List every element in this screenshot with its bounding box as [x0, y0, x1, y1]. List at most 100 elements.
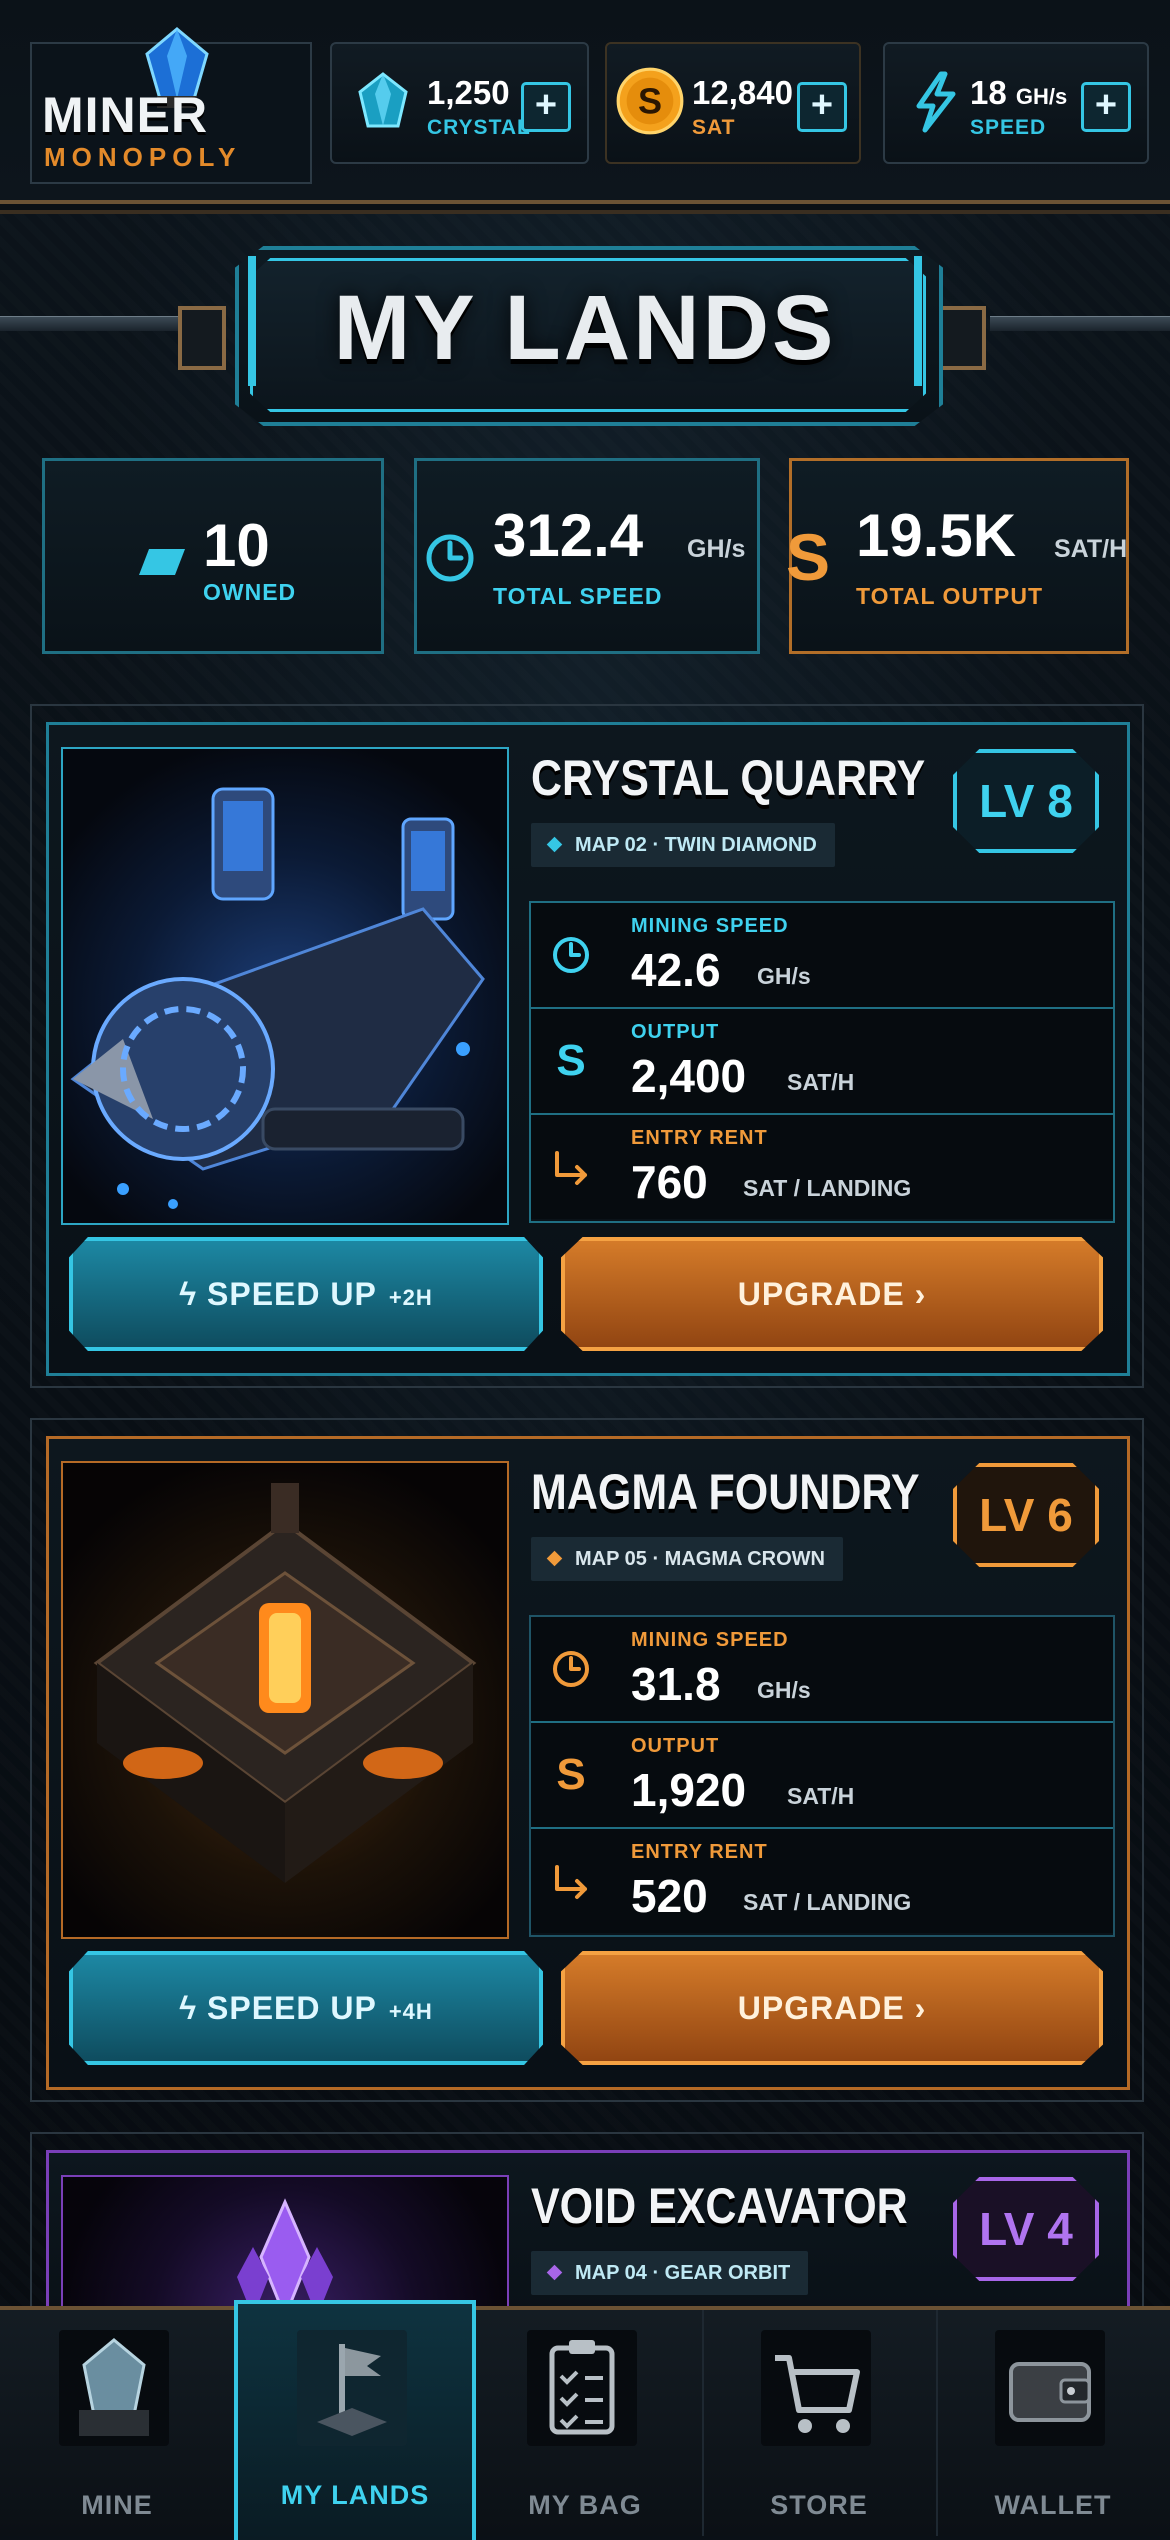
- level-badge: LV 6: [953, 1463, 1099, 1567]
- nav-item-wallet[interactable]: WALLET: [936, 2310, 1170, 2536]
- wallet-icon: [995, 2330, 1105, 2446]
- page-title: MY LANDS: [333, 277, 837, 379]
- arrow-turn-icon: [555, 1151, 587, 1185]
- nav-label: MY BAG: [528, 2490, 642, 2520]
- entry-rent-unit: SAT / LANDING: [743, 1175, 912, 1201]
- add-speed-button[interactable]: +: [1081, 82, 1131, 132]
- svg-text:S: S: [638, 81, 662, 122]
- output-label: OUTPUT: [631, 1735, 720, 1757]
- crystal-value: 1,250: [427, 74, 510, 111]
- sat-symbol-icon: S: [556, 1036, 586, 1085]
- entry-rent-unit: SAT / LANDING: [743, 1889, 912, 1915]
- land-stats: MINING SPEED 31.8 GH/s S OUTPUT 1,920 SA…: [529, 1615, 1115, 1937]
- entry-rent-label: ENTRY RENT: [631, 1127, 768, 1149]
- upgrade-button[interactable]: UPGRADE ›: [561, 1951, 1103, 2065]
- diamond-icon: [546, 2264, 563, 2281]
- nav-label: MINE: [81, 2490, 153, 2520]
- sat-coin-icon: S: [616, 67, 684, 135]
- speed-up-bonus: +2H: [388, 1285, 433, 1310]
- land-name: CRYSTAL QUARRY: [531, 750, 926, 806]
- clipboard-icon: [527, 2330, 637, 2446]
- speed-up-button[interactable]: ϟ SPEED UP +4H: [69, 1951, 543, 2065]
- owned-label: OWNED: [203, 579, 297, 605]
- land-name: MAGMA FOUNDRY: [531, 1464, 920, 1520]
- total-speed-stat: 312.4 GH/s TOTAL SPEED: [414, 458, 760, 654]
- sat-symbol-icon: S: [556, 1750, 586, 1799]
- mining-speed-value: 31.8: [631, 1658, 721, 1710]
- nav-item-store[interactable]: STORE: [702, 2310, 938, 2536]
- mining-speed-value: 42.6: [631, 944, 721, 996]
- card-actions: ϟ SPEED UP +4H UPGRADE ›: [61, 1951, 1111, 2069]
- diamond-icon: [546, 1550, 563, 1567]
- output-unit: SAT/H: [787, 1783, 855, 1809]
- page-header: MY LANDS: [0, 228, 1170, 438]
- entry-rent-row: ENTRY RENT 760 SAT / LANDING: [531, 1115, 1113, 1219]
- card-actions: ϟ SPEED UP +2H UPGRADE ›: [61, 1237, 1111, 1355]
- mining-speed-label: MINING SPEED: [631, 915, 789, 937]
- lightning-icon: ϟ: [179, 1276, 207, 1312]
- total-speed-value: 312.4: [493, 502, 644, 569]
- gauge-icon: [426, 534, 474, 582]
- foundry-building-icon: [93, 1483, 477, 1883]
- cart-icon: [761, 2330, 871, 2446]
- map-tag-text: MAP 04 · GEAR ORBIT: [575, 2262, 791, 2284]
- speed-up-label: SPEED UP: [207, 1990, 377, 2026]
- output-row: S OUTPUT 2,400 SAT/H: [531, 1009, 1113, 1115]
- add-sat-button[interactable]: +: [797, 82, 847, 132]
- speed-value: 18: [970, 74, 1007, 111]
- entry-rent-value: 520: [631, 1870, 708, 1922]
- bottom-nav: MINE MY LANDS MY BAG STORE WALLET: [0, 2300, 1170, 2540]
- owned-stat: 10 OWNED: [42, 458, 384, 654]
- speed-up-bonus: +4H: [388, 1999, 433, 2024]
- land-image-crystal-quarry: [61, 747, 509, 1225]
- land-name: VOID EXCAVATOR: [531, 2178, 908, 2234]
- nav-label: MY LANDS: [280, 2480, 430, 2510]
- speed-label: SPEED: [970, 116, 1047, 139]
- nav-label: STORE: [770, 2490, 868, 2520]
- entry-rent-row: ENTRY RENT 520 SAT / LANDING: [531, 1829, 1113, 1933]
- mining-speed-unit: GH/s: [757, 1677, 811, 1703]
- mining-speed-unit: GH/s: [757, 963, 811, 989]
- level-badge: LV 4: [953, 2177, 1099, 2281]
- mining-speed-row: MINING SPEED 31.8 GH/s: [531, 1617, 1113, 1723]
- sat-counter: S 12,840 SAT +: [605, 42, 861, 164]
- total-output-value: 19.5K: [856, 502, 1017, 569]
- logo-subtitle: MONOPOLY: [44, 142, 242, 172]
- nav-item-mine[interactable]: MINE: [0, 2310, 236, 2536]
- crystal-counter: 1,250 CRYSTAL +: [330, 42, 589, 164]
- lightning-icon: ϟ: [179, 1990, 207, 2026]
- output-value: 1,920: [631, 1764, 747, 1816]
- map-tag: MAP 04 · GEAR ORBIT: [531, 2251, 809, 2295]
- upgrade-button[interactable]: UPGRADE ›: [561, 1237, 1103, 1351]
- mining-speed-label: MINING SPEED: [631, 1629, 789, 1651]
- sat-label: SAT: [692, 116, 736, 139]
- map-tag: MAP 05 · MAGMA CROWN: [531, 1537, 843, 1581]
- output-row: S OUTPUT 1,920 SAT/H: [531, 1723, 1113, 1829]
- mine-icon: [59, 2330, 169, 2446]
- add-crystal-button[interactable]: +: [521, 82, 571, 132]
- land-card[interactable]: CRYSTAL QUARRY MAP 02 · TWIN DIAMOND LV …: [46, 722, 1130, 1376]
- diamond-icon: [546, 836, 563, 853]
- land-image-magma-foundry: [61, 1461, 509, 1939]
- lightning-icon: [916, 71, 956, 133]
- crystal-label: CRYSTAL: [427, 116, 531, 139]
- logo-title: MINER: [42, 87, 209, 143]
- entry-rent-value: 760: [631, 1156, 708, 1208]
- game-logo: MINER MONOPOLY: [30, 27, 312, 184]
- map-tag-text: MAP 05 · MAGMA CROWN: [575, 1548, 825, 1570]
- total-output-stat: S 19.5K SAT/H TOTAL OUTPUT: [786, 458, 1129, 654]
- speed-counter: 18 GH/s SPEED +: [883, 42, 1149, 164]
- speed-up-button[interactable]: ϟ SPEED UP +2H: [69, 1237, 543, 1351]
- top-bar: MINER MONOPOLY 1,250 CRYSTAL + S 12,840 …: [0, 0, 1170, 204]
- nav-item-my-bag[interactable]: MY BAG: [468, 2310, 704, 2536]
- output-unit: SAT/H: [787, 1069, 855, 1095]
- mining-speed-row: MINING SPEED 42.6 GH/s: [531, 903, 1113, 1009]
- drill-machine-icon: [70, 787, 485, 1209]
- map-tag-text: MAP 02 · TWIN DIAMOND: [575, 834, 817, 856]
- land-stats: MINING SPEED 42.6 GH/s S OUTPUT 2,400 SA…: [529, 901, 1115, 1223]
- land-card[interactable]: MAGMA FOUNDRY MAP 05 · MAGMA CROWN LV 6 …: [46, 1436, 1130, 2090]
- entry-rent-label: ENTRY RENT: [631, 1841, 768, 1863]
- nav-label: WALLET: [994, 2490, 1112, 2520]
- map-tag: MAP 02 · TWIN DIAMOND: [531, 823, 835, 867]
- nav-item-my-lands[interactable]: MY LANDS: [234, 2300, 476, 2540]
